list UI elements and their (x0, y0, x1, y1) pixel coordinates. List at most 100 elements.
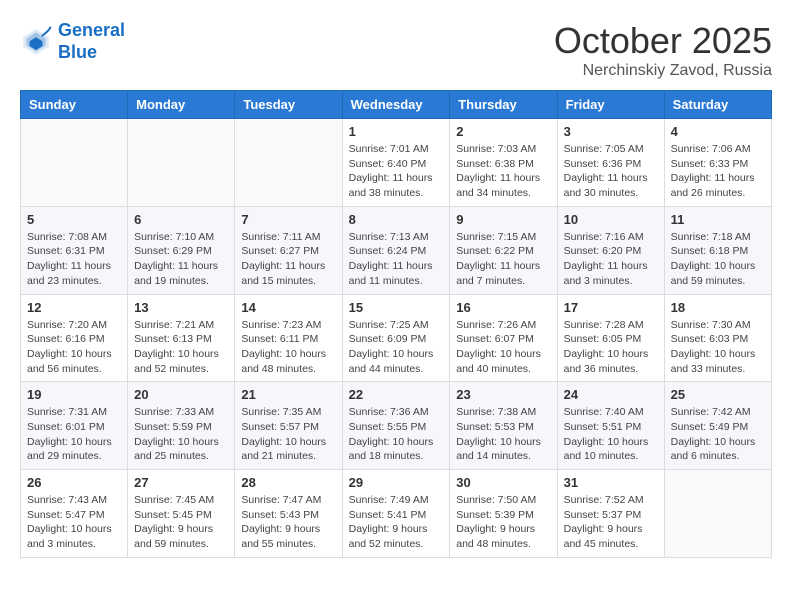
weekday-header-tuesday: Tuesday (235, 91, 342, 119)
weekday-header-row: SundayMondayTuesdayWednesdayThursdayFrid… (21, 91, 772, 119)
calendar-table: SundayMondayTuesdayWednesdayThursdayFrid… (20, 90, 772, 558)
calendar-cell: 11 Sunrise: 7:18 AM Sunset: 6:18 PM Dayli… (664, 206, 771, 294)
day-info: Sunrise: 7:52 AM Sunset: 5:37 PM Dayligh… (564, 493, 658, 552)
day-number: 3 (564, 124, 658, 139)
calendar-cell: 20Sunrise: 7:33 AM Sunset: 5:59 PM Dayli… (128, 382, 235, 470)
day-info: Sunrise: 7:20 AM Sunset: 6:16 PM Dayligh… (27, 318, 121, 377)
day-number: 24 (564, 387, 658, 402)
calendar-cell: 17Sunrise: 7:28 AM Sunset: 6:05 PM Dayli… (557, 294, 664, 382)
weekday-header-friday: Friday (557, 91, 664, 119)
day-number: 19 (27, 387, 121, 402)
day-info: Sunrise: 7:31 AM Sunset: 6:01 PM Dayligh… (27, 405, 121, 464)
day-info: Sunrise: 7:49 AM Sunset: 5:41 PM Dayligh… (349, 493, 444, 552)
day-info: Sunrise: 7:01 AM Sunset: 6:40 PM Dayligh… (349, 142, 444, 201)
day-info: Sunrise: 7:18 AM Sunset: 6:18 PM Dayligh… (671, 230, 765, 289)
weekday-header-saturday: Saturday (664, 91, 771, 119)
day-info: Sunrise: 7:43 AM Sunset: 5:47 PM Dayligh… (27, 493, 121, 552)
calendar-cell: 24 Sunrise: 7:40 AM Sunset: 5:51 PM Dayli… (557, 382, 664, 470)
day-number: 8 (349, 212, 444, 227)
day-number: 1 (349, 124, 444, 139)
calendar-cell: 8 Sunrise: 7:13 AM Sunset: 6:24 PM Daylig… (342, 206, 450, 294)
logo-text: General Blue (58, 20, 125, 63)
calendar-week-row: 5 Sunrise: 7:08 AM Sunset: 6:31 PM Daylig… (21, 206, 772, 294)
calendar-cell: 29 Sunrise: 7:49 AM Sunset: 5:41 PM Dayli… (342, 470, 450, 558)
calendar-cell: 23 Sunrise: 7:38 AM Sunset: 5:53 PM Dayli… (450, 382, 557, 470)
day-number: 30 (456, 475, 550, 490)
day-number: 2 (456, 124, 550, 139)
calendar-cell: 26 Sunrise: 7:43 AM Sunset: 5:47 PM Dayli… (21, 470, 128, 558)
day-number: 7 (241, 212, 335, 227)
day-number: 9 (456, 212, 550, 227)
calendar-cell: 19 Sunrise: 7:31 AM Sunset: 6:01 PM Dayli… (21, 382, 128, 470)
day-number: 5 (27, 212, 121, 227)
day-number: 4 (671, 124, 765, 139)
day-number: 27 (134, 475, 228, 490)
calendar-cell: 21Sunrise: 7:35 AM Sunset: 5:57 PM Dayli… (235, 382, 342, 470)
day-info: Sunrise: 7:47 AM Sunset: 5:43 PM Dayligh… (241, 493, 335, 552)
weekday-header-sunday: Sunday (21, 91, 128, 119)
month-title: October 2025 (554, 20, 772, 62)
day-number: 26 (27, 475, 121, 490)
day-info: Sunrise: 7:11 AM Sunset: 6:27 PM Dayligh… (241, 230, 335, 289)
calendar-cell (21, 119, 128, 207)
calendar-cell: 7 Sunrise: 7:11 AM Sunset: 6:27 PM Daylig… (235, 206, 342, 294)
day-number: 10 (564, 212, 658, 227)
calendar-cell: 15 Sunrise: 7:25 AM Sunset: 6:09 PM Dayli… (342, 294, 450, 382)
calendar-cell: 10 Sunrise: 7:16 AM Sunset: 6:20 PM Dayli… (557, 206, 664, 294)
day-number: 25 (671, 387, 765, 402)
logo-line2: Blue (58, 42, 97, 62)
day-number: 13 (134, 300, 228, 315)
day-info: Sunrise: 7:30 AM Sunset: 6:03 PM Dayligh… (671, 318, 765, 377)
day-info: Sunrise: 7:25 AM Sunset: 6:09 PM Dayligh… (349, 318, 444, 377)
calendar-cell: 14Sunrise: 7:23 AM Sunset: 6:11 PM Dayli… (235, 294, 342, 382)
calendar-cell: 1 Sunrise: 7:01 AM Sunset: 6:40 PM Daylig… (342, 119, 450, 207)
day-info: Sunrise: 7:05 AM Sunset: 6:36 PM Dayligh… (564, 142, 658, 201)
calendar-cell: 12 Sunrise: 7:20 AM Sunset: 6:16 PM Dayli… (21, 294, 128, 382)
calendar-week-row: 26 Sunrise: 7:43 AM Sunset: 5:47 PM Dayli… (21, 470, 772, 558)
logo-line1: General (58, 20, 125, 40)
calendar-cell (664, 470, 771, 558)
day-info: Sunrise: 7:38 AM Sunset: 5:53 PM Dayligh… (456, 405, 550, 464)
day-number: 29 (349, 475, 444, 490)
weekday-header-monday: Monday (128, 91, 235, 119)
logo: General Blue (20, 20, 125, 63)
day-info: Sunrise: 7:36 AM Sunset: 5:55 PM Dayligh… (349, 405, 444, 464)
calendar-week-row: 12 Sunrise: 7:20 AM Sunset: 6:16 PM Dayli… (21, 294, 772, 382)
day-info: Sunrise: 7:28 AM Sunset: 6:05 PM Dayligh… (564, 318, 658, 377)
location-title: Nerchinskiy Zavod, Russia (554, 62, 772, 80)
day-number: 21 (241, 387, 335, 402)
logo-icon (20, 26, 52, 58)
day-number: 12 (27, 300, 121, 315)
calendar-cell (235, 119, 342, 207)
calendar-cell: 9Sunrise: 7:15 AM Sunset: 6:22 PM Daylig… (450, 206, 557, 294)
day-info: Sunrise: 7:26 AM Sunset: 6:07 PM Dayligh… (456, 318, 550, 377)
calendar-cell: 6 Sunrise: 7:10 AM Sunset: 6:29 PM Daylig… (128, 206, 235, 294)
weekday-header-wednesday: Wednesday (342, 91, 450, 119)
day-info: Sunrise: 7:16 AM Sunset: 6:20 PM Dayligh… (564, 230, 658, 289)
day-number: 16 (456, 300, 550, 315)
day-info: Sunrise: 7:13 AM Sunset: 6:24 PM Dayligh… (349, 230, 444, 289)
day-info: Sunrise: 7:06 AM Sunset: 6:33 PM Dayligh… (671, 142, 765, 201)
day-info: Sunrise: 7:10 AM Sunset: 6:29 PM Dayligh… (134, 230, 228, 289)
day-info: Sunrise: 7:03 AM Sunset: 6:38 PM Dayligh… (456, 142, 550, 201)
calendar-cell: 28 Sunrise: 7:47 AM Sunset: 5:43 PM Dayli… (235, 470, 342, 558)
title-area: October 2025 Nerchinskiy Zavod, Russia (554, 20, 772, 80)
header: General Blue October 2025 Nerchinskiy Za… (20, 20, 772, 80)
day-number: 6 (134, 212, 228, 227)
day-info: Sunrise: 7:40 AM Sunset: 5:51 PM Dayligh… (564, 405, 658, 464)
calendar-cell: 16 Sunrise: 7:26 AM Sunset: 6:07 PM Dayli… (450, 294, 557, 382)
day-number: 28 (241, 475, 335, 490)
calendar-cell: 25 Sunrise: 7:42 AM Sunset: 5:49 PM Dayli… (664, 382, 771, 470)
day-info: Sunrise: 7:08 AM Sunset: 6:31 PM Dayligh… (27, 230, 121, 289)
day-info: Sunrise: 7:45 AM Sunset: 5:45 PM Dayligh… (134, 493, 228, 552)
day-number: 20 (134, 387, 228, 402)
calendar-cell: 4 Sunrise: 7:06 AM Sunset: 6:33 PM Daylig… (664, 119, 771, 207)
day-number: 23 (456, 387, 550, 402)
day-number: 11 (671, 212, 765, 227)
day-number: 15 (349, 300, 444, 315)
calendar-cell: 27 Sunrise: 7:45 AM Sunset: 5:45 PM Dayli… (128, 470, 235, 558)
day-info: Sunrise: 7:42 AM Sunset: 5:49 PM Dayligh… (671, 405, 765, 464)
calendar-week-row: 19 Sunrise: 7:31 AM Sunset: 6:01 PM Dayli… (21, 382, 772, 470)
calendar-week-row: 1 Sunrise: 7:01 AM Sunset: 6:40 PM Daylig… (21, 119, 772, 207)
calendar-cell: 22Sunrise: 7:36 AM Sunset: 5:55 PM Dayli… (342, 382, 450, 470)
